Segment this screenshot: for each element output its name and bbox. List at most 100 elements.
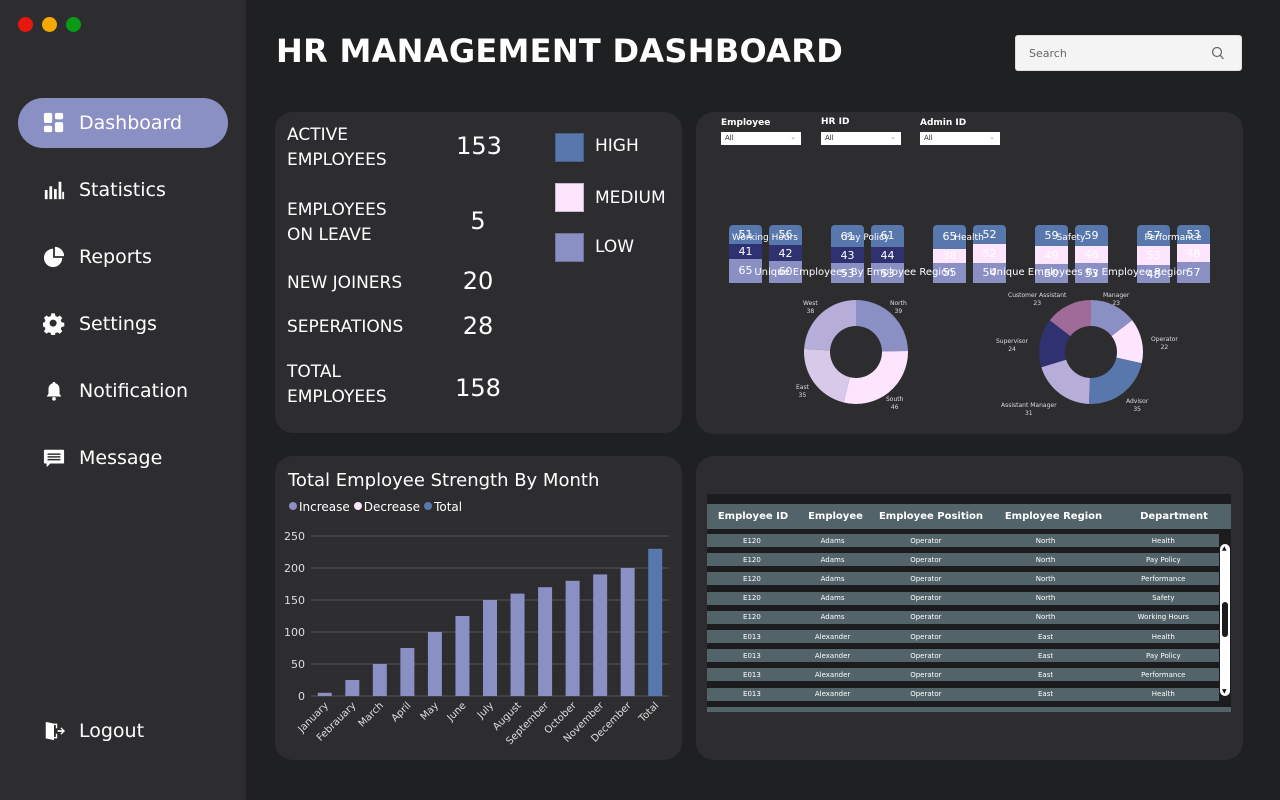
table-cell: E120 xyxy=(743,536,761,545)
table-row[interactable]: E013 Alexander Operator East Health xyxy=(707,687,1219,701)
table-cell: North xyxy=(1035,555,1056,564)
table-row[interactable]: E013 Alexander Operator East Pay Policy xyxy=(707,649,1219,663)
page-title: HR MANAGEMENT DASHBOARD xyxy=(276,32,844,70)
donut-label-supervisor: Supervisor 24 xyxy=(996,338,1029,353)
table-cell: North xyxy=(1035,613,1056,622)
kpi-value-new-joiners: 20 xyxy=(462,267,494,295)
chevron-down-icon: ⌄ xyxy=(790,133,796,141)
bar-total xyxy=(648,548,663,696)
scrollbar-thumb[interactable] xyxy=(1222,602,1228,637)
segment-medium: 46 xyxy=(1075,246,1108,264)
y-tick-label: 50 xyxy=(291,658,305,671)
message-icon xyxy=(42,446,66,470)
kpi-value-active-employees: 153 xyxy=(456,132,502,160)
x-tick-label: May xyxy=(419,700,441,722)
bar-april xyxy=(400,648,415,696)
y-tick-label: 200 xyxy=(284,562,305,575)
column-header-employee[interactable]: Employee xyxy=(799,511,872,522)
table-row[interactable]: E013 Alexander Operator East Health xyxy=(707,630,1219,643)
donut-label-assistant-manager: Assistant Manager 31 xyxy=(1001,402,1057,417)
table-cell: Adams xyxy=(820,555,845,564)
table-scrollbar[interactable]: ▲ ▼ xyxy=(1220,544,1230,696)
table-cell: Health xyxy=(1151,632,1175,641)
kpi-label-seperations: SEPERATIONS xyxy=(287,317,404,337)
table-row[interactable]: E120 Adams Operator North Working Hours xyxy=(707,610,1219,624)
chart-legend: Increase Decrease Total xyxy=(289,500,462,514)
table-cell: Adams xyxy=(820,594,845,603)
table-cell: East xyxy=(1038,651,1054,660)
stacked-bar-label: Pay Policy xyxy=(844,233,890,243)
table-cell: North xyxy=(1035,536,1056,545)
table-cell: Alexander xyxy=(814,651,851,660)
kpi-label-total-employees: TOTAL EMPLOYEES xyxy=(287,362,387,407)
scroll-up-icon[interactable]: ▲ xyxy=(1222,545,1227,552)
chart-title: Total Employee Strength By Month xyxy=(288,470,600,491)
bar-march xyxy=(372,664,387,696)
table-row[interactable]: E120 Adams Operator North Safety xyxy=(707,591,1219,605)
table-cell: Working Hours xyxy=(1137,613,1189,622)
bell-icon xyxy=(42,379,66,403)
sidebar-item-dashboard[interactable]: Dashboard xyxy=(18,98,228,148)
table-cell: E013 xyxy=(743,670,761,679)
segment-medium: 49 xyxy=(1035,246,1068,265)
sidebar: Dashboard Statistics Reports Settings No… xyxy=(0,0,246,800)
filter-select-employee[interactable]: All ⌄ xyxy=(721,132,801,145)
logout-icon xyxy=(42,719,66,743)
table-row[interactable]: E120 Adams Operator North Performance xyxy=(707,572,1219,586)
x-tick-label: April xyxy=(390,700,414,724)
table-cell: Operator xyxy=(910,632,942,641)
table-cell: Operator xyxy=(910,574,942,583)
search-input[interactable] xyxy=(1029,46,1199,60)
donut-title-position: Unique Employees By Employee Region xyxy=(989,267,1189,278)
minimize-window-button[interactable] xyxy=(42,17,57,32)
chevron-down-icon: ⌄ xyxy=(890,133,896,141)
column-header-employee-region[interactable]: Employee Region xyxy=(990,511,1117,522)
table-cell: Health xyxy=(1151,536,1175,545)
segment-medium: 53 xyxy=(1137,245,1170,266)
table-cell: Operator xyxy=(910,555,942,564)
search-icon[interactable] xyxy=(1211,46,1225,60)
scroll-down-icon[interactable]: ▼ xyxy=(1222,688,1227,695)
kpi-label-employees-on-leave: EMPLOYEES ON LEAVE xyxy=(287,200,387,245)
table-row[interactable]: E013 Alexander Operator East Performance xyxy=(707,668,1219,682)
bar-january xyxy=(317,692,332,696)
legend-swatch-medium xyxy=(555,183,584,212)
column-header-employee-position[interactable]: Employee Position xyxy=(872,511,990,522)
bar-september xyxy=(538,587,553,696)
employee-table-card: Employee ID Employee Employee Position E… xyxy=(696,456,1243,760)
sidebar-item-reports[interactable]: Reports xyxy=(18,232,228,282)
column-header-employee-id[interactable]: Employee ID xyxy=(707,511,799,522)
sidebar-item-notification[interactable]: Notification xyxy=(18,366,228,416)
legend-item-total: Total xyxy=(424,500,462,514)
filter-select-hr-id[interactable]: All ⌄ xyxy=(821,132,901,145)
bar-october xyxy=(565,580,580,696)
table-row[interactable]: E120 Adams Operator North Health xyxy=(707,534,1219,547)
sidebar-item-statistics[interactable]: Statistics xyxy=(18,165,228,215)
close-window-button[interactable] xyxy=(18,17,33,32)
bar-june xyxy=(455,616,470,696)
sidebar-item-label: Message xyxy=(79,447,163,469)
donut-label-advisor: Advisor 35 xyxy=(1126,398,1149,413)
table-cell: Performance xyxy=(1141,574,1186,583)
x-tick-label: July xyxy=(475,700,496,721)
table-cell: E013 xyxy=(743,690,761,699)
maximize-window-button[interactable] xyxy=(66,17,81,32)
sidebar-item-message[interactable]: Message xyxy=(18,433,228,483)
table-cell: East xyxy=(1038,690,1054,699)
sidebar-item-settings[interactable]: Settings xyxy=(18,299,228,349)
table-cell: Safety xyxy=(1152,594,1175,603)
table-cell: North xyxy=(1035,594,1056,603)
table-row[interactable]: E120 Adams Operator North Pay Policy xyxy=(707,553,1219,567)
column-header-department[interactable]: Department xyxy=(1117,511,1231,522)
table-cell: North xyxy=(1035,574,1056,583)
segment-medium: 48 xyxy=(1177,244,1210,262)
logout-button[interactable]: Logout xyxy=(18,706,228,756)
donut-slice-assistant-manager xyxy=(1041,359,1090,404)
table-cell: Operator xyxy=(910,613,942,622)
donut-label-operator: Operator 22 xyxy=(1151,336,1178,351)
search-box[interactable] xyxy=(1015,35,1242,71)
filter-select-admin-id[interactable]: All ⌄ xyxy=(920,132,1000,145)
table-cell: Health xyxy=(1151,690,1175,699)
table-cell: Performance xyxy=(1141,670,1186,679)
x-tick-label: Total xyxy=(636,700,661,725)
